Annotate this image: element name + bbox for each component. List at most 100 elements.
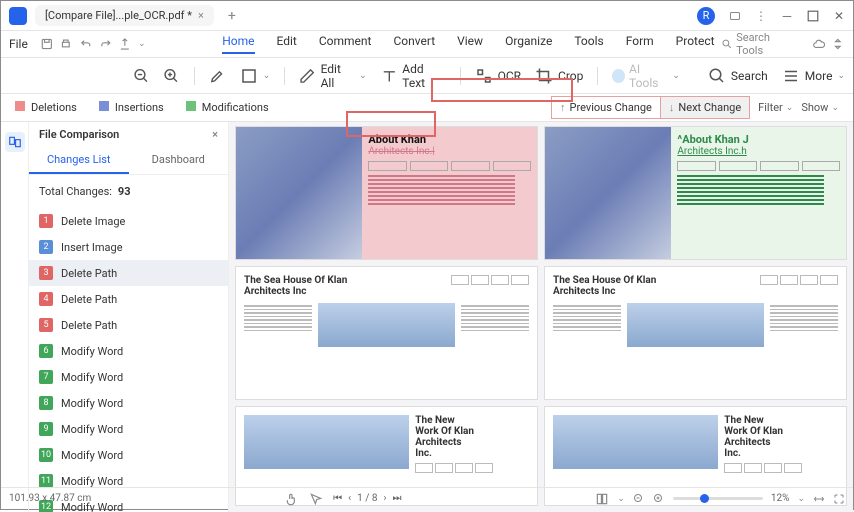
- tab-dashboard[interactable]: Dashboard: [129, 147, 229, 174]
- menu-comment[interactable]: Comment: [319, 34, 372, 54]
- file-menu[interactable]: File: [9, 37, 28, 51]
- zoom-in-icon[interactable]: [163, 67, 180, 85]
- search-button[interactable]: Search: [708, 67, 768, 85]
- main-menu: Home Edit Comment Convert View Organize …: [222, 34, 714, 54]
- change-item[interactable]: 8Modify Word: [29, 390, 228, 416]
- maximize-icon[interactable]: [807, 10, 819, 22]
- print-icon[interactable]: [59, 37, 73, 51]
- first-page-icon[interactable]: ⏮: [333, 493, 342, 504]
- text-icon: [381, 67, 398, 85]
- legend-deletions: Deletions: [15, 101, 77, 114]
- change-label: Modify Word: [61, 397, 123, 410]
- change-item[interactable]: 9 Modify Word: [29, 416, 228, 442]
- menu-dots-icon[interactable]: ⋮: [755, 10, 767, 22]
- pencil-icon: [299, 67, 315, 85]
- filter-dropdown[interactable]: Filter⌄: [758, 101, 793, 114]
- change-number: 4: [39, 292, 53, 306]
- fullscreen-icon[interactable]: [833, 493, 845, 505]
- ai-tools-button[interactable]: AI Tools⌄: [612, 62, 680, 90]
- zoom-in-small-icon[interactable]: [653, 493, 665, 505]
- more-button[interactable]: More⌄: [782, 67, 845, 85]
- ai-icon: [612, 69, 625, 83]
- document-view[interactable]: About Khan Architects Inc.| ^About Khan …: [229, 122, 853, 512]
- change-item[interactable]: 3Delete Path: [29, 260, 228, 286]
- save-icon[interactable]: [40, 37, 54, 51]
- tab-changes-list[interactable]: Changes List: [29, 147, 129, 174]
- layout-icon[interactable]: [595, 492, 609, 506]
- user-avatar[interactable]: R: [697, 7, 715, 25]
- change-number: 9: [39, 422, 53, 436]
- cursor-coords: 101.93 x 47.87 cm: [9, 493, 91, 504]
- add-text-button[interactable]: Add Text: [381, 62, 446, 90]
- change-item[interactable]: 5Delete Path: [29, 312, 228, 338]
- close-tab-icon[interactable]: ×: [198, 9, 204, 22]
- crop-icon: [535, 67, 553, 85]
- ocr-button[interactable]: OCR: [475, 67, 521, 85]
- hand-icon[interactable]: [285, 492, 299, 506]
- ocr-icon: [475, 67, 493, 85]
- menu-protect[interactable]: Protect: [676, 34, 715, 54]
- change-list[interactable]: 1Delete Image2Insert Image3Delete Path4D…: [29, 208, 228, 512]
- change-item[interactable]: 2Insert Image: [29, 234, 228, 260]
- square-icon: [240, 67, 258, 85]
- change-label: Modify Word: [61, 423, 123, 436]
- message-icon[interactable]: [729, 10, 741, 22]
- new-tab-button[interactable]: +: [228, 8, 236, 24]
- zoom-slider[interactable]: [673, 497, 763, 500]
- change-item[interactable]: 6Modify Word: [29, 338, 228, 364]
- app-icon: [9, 7, 27, 25]
- next-change-button[interactable]: ↓Next Change: [660, 96, 750, 119]
- change-item[interactable]: 4Delete Path: [29, 286, 228, 312]
- titlebar: [Compare File]...ple_OCR.pdf * × + R ⋮ ─…: [1, 1, 853, 31]
- select-icon[interactable]: [309, 492, 323, 506]
- expand-icon[interactable]: [831, 37, 845, 51]
- zoom-out-icon[interactable]: [133, 67, 150, 85]
- change-item[interactable]: 7Modify Word: [29, 364, 228, 390]
- shape-tool[interactable]: ⌄: [240, 67, 271, 85]
- document-tab[interactable]: [Compare File]...ple_OCR.pdf * ×: [35, 5, 214, 26]
- zoom-level: 12%: [771, 493, 790, 504]
- previous-change-button[interactable]: ↑Previous Change: [551, 96, 660, 119]
- menu-tools[interactable]: Tools: [574, 34, 603, 54]
- page-right-1[interactable]: ^About Khan J Architects Inc.h: [544, 126, 847, 260]
- total-changes: Total Changes:93: [29, 175, 228, 208]
- menu-convert[interactable]: Convert: [393, 34, 435, 54]
- show-dropdown[interactable]: Show⌄: [801, 101, 839, 114]
- change-label: Modify Word: [61, 475, 123, 488]
- menu-home[interactable]: Home: [222, 34, 254, 54]
- page-left-2[interactable]: The Sea House Of Klan Architects Inc: [235, 266, 538, 400]
- zoom-out-small-icon[interactable]: [633, 493, 645, 505]
- change-number: 1: [39, 214, 53, 228]
- close-window-icon[interactable]: ✕: [833, 10, 845, 22]
- cloud-icon[interactable]: [812, 37, 826, 51]
- change-label: Insert Image: [61, 241, 123, 254]
- panel-title: File Comparison: [39, 128, 119, 141]
- undo-icon[interactable]: [79, 37, 93, 51]
- prev-page-icon[interactable]: ‹: [348, 493, 351, 504]
- page-right-2[interactable]: The Sea House Of Klan Architects Inc: [544, 266, 847, 400]
- change-item[interactable]: 10Modify Word: [29, 442, 228, 468]
- minimize-icon[interactable]: ─: [781, 10, 793, 22]
- change-number: 5: [39, 318, 53, 332]
- panel-close-icon[interactable]: ×: [212, 128, 218, 141]
- edit-all-button[interactable]: Edit All⌄: [299, 62, 366, 90]
- page-left-1[interactable]: About Khan Architects Inc.|: [235, 126, 538, 260]
- change-item[interactable]: 1Delete Image: [29, 208, 228, 234]
- last-page-icon[interactable]: ⏭: [392, 493, 401, 504]
- compare-icon[interactable]: [5, 132, 25, 152]
- menu-edit[interactable]: Edit: [277, 34, 297, 54]
- toolbar: ⌄ Edit All⌄ Add Text OCR Crop AI Tools⌄ …: [1, 58, 853, 94]
- next-page-icon[interactable]: ›: [383, 493, 386, 504]
- menu-view[interactable]: View: [457, 34, 483, 54]
- redo-icon[interactable]: [99, 37, 113, 51]
- fit-width-icon[interactable]: [813, 493, 825, 505]
- change-label: Delete Path: [61, 267, 117, 280]
- hamburger-icon: [782, 67, 800, 85]
- search-tools[interactable]: Search Tools: [721, 31, 798, 57]
- share-icon[interactable]: [118, 37, 132, 51]
- menu-organize[interactable]: Organize: [505, 34, 552, 54]
- quick-access-more[interactable]: ⌄: [138, 39, 146, 49]
- highlight-icon[interactable]: [209, 67, 226, 85]
- menu-form[interactable]: Form: [626, 34, 654, 54]
- crop-button[interactable]: Crop: [535, 67, 583, 85]
